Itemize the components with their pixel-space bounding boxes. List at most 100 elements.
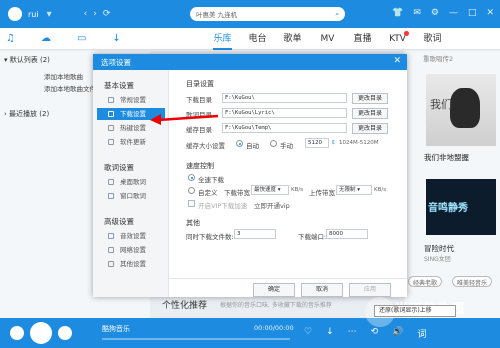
full-speed-radio[interactable] <box>188 174 195 181</box>
album-2-title[interactable]: 冒险时代 <box>424 243 454 254</box>
more-icon[interactable]: ⋯ <box>348 327 357 340</box>
default-list-label: 默认列表 (2) <box>9 56 50 64</box>
minimize-icon[interactable]: — <box>449 8 458 18</box>
tab-live[interactable]: 直播 <box>345 32 380 46</box>
footer-divider <box>169 278 407 279</box>
side-item-label: 热键设置 <box>120 124 146 132</box>
close-icon[interactable]: ✕ <box>486 8 494 18</box>
side-item-label: 下载设置 <box>120 110 146 118</box>
device-icon[interactable]: ▭ <box>77 33 86 44</box>
full-speed-label: 全速下载 <box>198 176 224 184</box>
ad-text: 重歌唱传2 <box>423 55 454 63</box>
side-item-desktop-lyrics[interactable]: 桌面歌词 <box>97 176 165 188</box>
side-item-update[interactable]: 软件更新 <box>97 136 165 148</box>
progress-bar[interactable] <box>102 338 290 340</box>
download-dir-label: 下载目录 <box>186 96 212 104</box>
tab-library[interactable]: 乐库 <box>205 32 240 50</box>
like-icon[interactable]: ♡ <box>304 327 312 340</box>
settings-dialog: 选项设置 ✕ 基本设置 常规设置 下载设置 热键设置 软件更新 歌词设置 桌面歌… <box>93 54 407 297</box>
dialog-title-bar[interactable]: 选项设置 ✕ <box>93 54 407 70</box>
side-head-lyrics: 歌词设置 <box>104 163 134 172</box>
upload-kbs-unit: KB/s <box>374 187 387 193</box>
tab-radio[interactable]: 电台 <box>240 32 275 46</box>
simul-download-input[interactable]: 3 <box>234 229 276 239</box>
default-list-header[interactable]: ▾ 默认列表 (2) <box>4 55 50 65</box>
lyric-dir-field[interactable]: F:\KuGou\Lyric\ <box>222 108 347 118</box>
side-head-advanced: 高级设置 <box>104 217 134 226</box>
message-icon[interactable]: ✉ <box>413 8 421 18</box>
tab-playlist[interactable]: 歌单 <box>275 32 310 46</box>
cache-manual-radio[interactable] <box>270 140 277 147</box>
other-section-title: 其他 <box>186 219 200 227</box>
cache-auto-radio[interactable] <box>236 140 243 147</box>
user-dropdown-icon[interactable]: ▾ <box>47 9 52 20</box>
side-head-basic: 基本设置 <box>104 81 134 90</box>
change-cache-dir-button[interactable]: 更改目录 <box>352 123 388 134</box>
download-bandwidth-select[interactable]: 最快速度 ▾ <box>251 185 289 195</box>
annotation-arrow <box>150 114 219 125</box>
download-port-input[interactable]: 8000 <box>326 229 368 239</box>
upload-bandwidth-select[interactable]: 无限制 ▾ <box>336 185 372 195</box>
album-1-title[interactable]: 我们非地盟握 <box>424 152 469 163</box>
cache-size-input[interactable]: 5120 <box>305 138 329 148</box>
ok-button[interactable]: 确定 <box>253 283 295 297</box>
tab-ktv[interactable]: KTV <box>380 31 415 46</box>
tab-lyrics[interactable]: 歌词 <box>415 32 450 46</box>
search-icon[interactable]: ⌕ <box>335 10 339 19</box>
username[interactable]: rui <box>28 10 39 19</box>
change-download-dir-button[interactable]: 更改目录 <box>352 93 388 104</box>
settings-content: 目录设置 下载目录 F:\KuGou\ 更改目录 歌词目录 F:\KuGou\L… <box>169 70 407 297</box>
vip-open-link[interactable]: 立即开通vip <box>254 200 290 210</box>
side-item-sound[interactable]: 音效设置 <box>97 230 165 242</box>
kugou-logo[interactable] <box>8 7 22 21</box>
refresh-icon[interactable]: ⟳ <box>103 9 111 19</box>
tag-classic[interactable]: 经典老歌 <box>408 276 443 287</box>
download-bandwidth-label: 下载带宽 <box>224 189 250 197</box>
tab-mv[interactable]: MV <box>310 32 345 46</box>
vip-accel-checkbox[interactable] <box>188 200 195 207</box>
forward-icon[interactable]: › <box>93 9 97 19</box>
side-item-general[interactable]: 常规设置 <box>97 94 165 106</box>
cloud-icon[interactable]: ☁ <box>41 33 51 44</box>
album-cover-2-text: 音鸣静秀 <box>428 203 468 214</box>
music-icon[interactable]: ♫ <box>6 33 15 44</box>
change-lyric-dir-button[interactable]: 更改目录 <box>352 108 388 119</box>
side-item-label: 桌面歌词 <box>120 178 146 186</box>
top-bar: rui ▾ ‹ › ⟳ 叶惠美 九连机 ⌕ 👕 ✉ ⚙ — □ ✕ <box>0 0 500 28</box>
album-2-artist: SING女团 <box>424 256 451 263</box>
play-button[interactable] <box>30 322 52 344</box>
cache-size-label: 缓存大小设置 <box>186 142 225 150</box>
custom-speed-radio[interactable] <box>188 187 195 194</box>
lyrics-icon[interactable]: 词 <box>417 327 426 340</box>
download-icon[interactable]: ↓ <box>112 33 120 44</box>
download-song-icon[interactable]: ↓ <box>326 327 334 340</box>
tag-light-music[interactable]: 唯美轻音乐 <box>452 276 493 287</box>
side-item-label: 常规设置 <box>120 96 146 104</box>
prev-button[interactable] <box>10 326 24 340</box>
album-cover-2[interactable]: 音鸣静秀 <box>426 179 496 235</box>
side-item-network[interactable]: 网络设置 <box>97 244 165 256</box>
skin-icon[interactable]: 👕 <box>392 8 403 18</box>
recent-list-header[interactable]: › 最近播放 (2) <box>4 109 49 119</box>
add-local-songs[interactable]: 添加本地歌曲 <box>44 71 83 81</box>
search-input[interactable]: 叶惠美 九连机 ⌕ <box>190 7 345 21</box>
side-item-window-lyrics[interactable]: 窗口歌词 <box>97 190 165 202</box>
song-title: 酷狗音乐 <box>102 325 130 333</box>
cache-stepper-icon[interactable]: ⇕ <box>331 140 336 146</box>
dialog-close-icon[interactable]: ✕ <box>393 56 401 66</box>
player-bar: 酷狗音乐 00:00/00:00 ♡ ↓ ⋯ ⟲ 🔊 词 <box>0 318 500 348</box>
network-icon <box>108 247 114 253</box>
cache-dir-field[interactable]: F:\KuGou\Temp\ <box>222 123 347 133</box>
side-item-label: 其他设置 <box>120 260 146 268</box>
maximize-icon[interactable]: □ <box>468 8 477 18</box>
next-button[interactable] <box>58 326 72 340</box>
back-icon[interactable]: ‹ <box>84 9 88 19</box>
cancel-button[interactable]: 取消 <box>301 283 343 297</box>
download-dir-field[interactable]: F:\KuGou\ <box>222 93 347 103</box>
side-item-label: 软件更新 <box>120 138 146 146</box>
album-cover-1[interactable]: 我们 <box>426 74 496 146</box>
dir-section-title: 目录设置 <box>186 80 214 88</box>
settings-icon[interactable]: ⚙ <box>431 8 439 18</box>
side-item-other[interactable]: 其他设置 <box>97 258 165 270</box>
speed-section-title: 速度控制 <box>186 162 214 170</box>
